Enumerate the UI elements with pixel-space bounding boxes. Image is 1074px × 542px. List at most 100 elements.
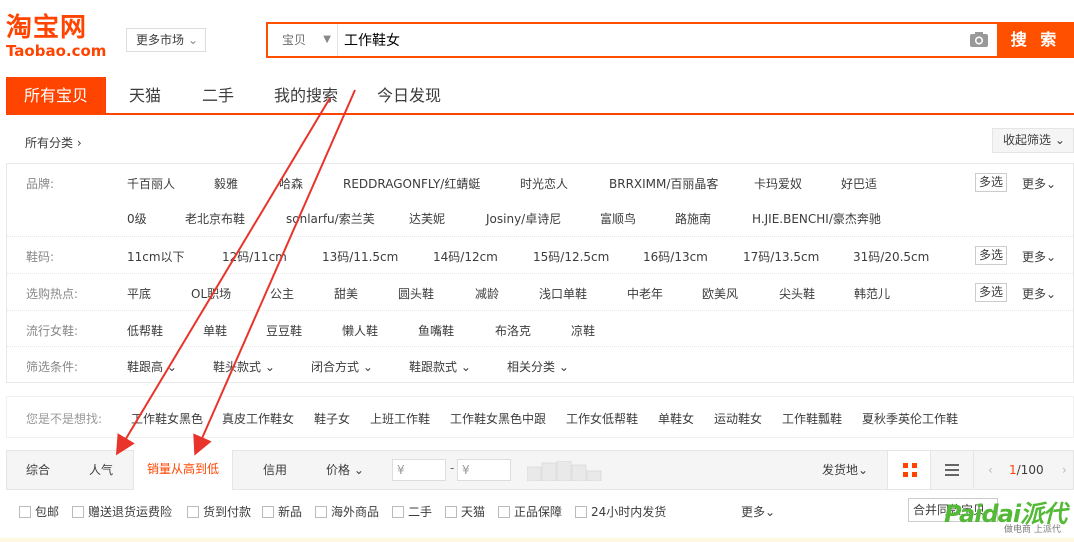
filter-free-shipping[interactable]: 包邮 <box>19 503 59 520</box>
brand-item[interactable]: sonlarfu/索兰芙 <box>286 210 375 227</box>
checkbox[interactable] <box>445 506 457 518</box>
checkbox[interactable] <box>187 506 199 518</box>
tab-my-search[interactable]: 我的搜索 <box>274 77 338 113</box>
suggest-item[interactable]: 上班工作鞋 <box>370 410 430 427</box>
filter-genuine[interactable]: 正品保障 <box>498 503 562 520</box>
brand-item[interactable]: Josiny/卓诗尼 <box>486 210 561 227</box>
breadcrumb[interactable]: 所有分类 › <box>25 134 82 151</box>
brand-item[interactable]: 老北京布鞋 <box>185 210 245 227</box>
condition-dropdown[interactable]: 闭合方式 ⌄ <box>311 358 373 375</box>
suggest-item[interactable]: 工作鞋瓢鞋 <box>782 410 842 427</box>
brand-item[interactable]: 达芙妮 <box>409 210 445 227</box>
brand-item[interactable]: 哈森 <box>279 175 303 192</box>
size-item[interactable]: 14码/12cm <box>433 248 498 265</box>
size-item[interactable]: 12码/11cm <box>222 248 287 265</box>
hot-item[interactable]: 中老年 <box>627 285 663 302</box>
prev-page-icon[interactable]: ‹ <box>988 451 993 489</box>
multi-select-button[interactable]: 多选 <box>975 283 1007 302</box>
filter-second-hand[interactable]: 二手 <box>392 503 432 520</box>
search-type-select[interactable]: 宝贝 ▼ <box>268 24 338 56</box>
brand-item[interactable]: 路施南 <box>675 210 711 227</box>
sort-price[interactable]: 价格 ⌄ <box>326 451 364 489</box>
brand-item[interactable]: 卡玛爱奴 <box>754 175 802 192</box>
size-item[interactable]: 16码/13cm <box>643 248 708 265</box>
trend-item[interactable]: 鱼嘴鞋 <box>418 322 454 339</box>
brand-item[interactable]: 富顺鸟 <box>600 210 636 227</box>
collapse-filters-button[interactable]: 收起筛选 ⌄ <box>992 128 1074 153</box>
suggest-item[interactable]: 夏秋季英伦工作鞋 <box>862 410 958 427</box>
trend-item[interactable]: 低帮鞋 <box>127 322 163 339</box>
hot-item[interactable]: 减龄 <box>475 285 499 302</box>
size-item[interactable]: 17码/13.5cm <box>743 248 819 265</box>
checkbox[interactable] <box>19 506 31 518</box>
size-item[interactable]: 13码/11.5cm <box>322 248 398 265</box>
sort-credit[interactable]: 信用 <box>263 451 287 489</box>
checkbox[interactable] <box>575 506 587 518</box>
list-view-button[interactable] <box>931 451 973 489</box>
brand-item[interactable]: 时光恋人 <box>520 175 568 192</box>
suggest-item[interactable]: 工作女低帮鞋 <box>566 410 638 427</box>
price-range-chart-icon[interactable] <box>527 461 603 481</box>
size-item[interactable]: 15码/12.5cm <box>533 248 609 265</box>
price-max-input[interactable]: ¥ <box>457 459 511 481</box>
taobao-logo[interactable]: 淘宝网 Taobao.com <box>6 12 114 64</box>
sort-sales-desc[interactable]: 销量从高到低 <box>133 450 233 490</box>
tab-second-hand[interactable]: 二手 <box>202 77 234 113</box>
tab-today-discover[interactable]: 今日发现 <box>377 77 441 113</box>
camera-icon[interactable] <box>969 31 989 48</box>
condition-dropdown[interactable]: 鞋头款式 ⌄ <box>213 358 275 375</box>
brand-item[interactable]: 好巴适 <box>841 175 877 192</box>
hot-item[interactable]: 公主 <box>270 285 294 302</box>
trend-item[interactable]: 凉鞋 <box>571 322 595 339</box>
filter-new[interactable]: 新品 <box>262 503 302 520</box>
suggest-item[interactable]: 真皮工作鞋女 <box>222 410 294 427</box>
tab-tmall[interactable]: 天猫 <box>129 77 161 113</box>
search-input[interactable] <box>344 28 944 52</box>
grid-view-button[interactable] <box>887 451 931 489</box>
brand-item[interactable]: 0级 <box>127 210 147 227</box>
more-button[interactable]: 更多⌄ <box>1022 285 1056 302</box>
condition-dropdown[interactable]: 鞋跟款式 ⌄ <box>409 358 471 375</box>
condition-dropdown[interactable]: 相关分类 ⌄ <box>507 358 569 375</box>
hot-item[interactable]: 甜美 <box>334 285 358 302</box>
condition-dropdown[interactable]: 鞋跟高 ⌄ <box>127 358 177 375</box>
checkbox[interactable] <box>72 506 84 518</box>
hot-item[interactable]: 浅口单鞋 <box>539 285 587 302</box>
more-services-button[interactable]: 更多⌄ <box>741 503 775 520</box>
brand-item[interactable]: H.JIE.BENCHI/豪杰奔驰 <box>752 210 881 227</box>
brand-item[interactable]: 千百丽人 <box>127 175 175 192</box>
more-button[interactable]: 更多⌄ <box>1022 248 1056 265</box>
tab-all-items[interactable]: 所有宝贝 <box>6 77 106 113</box>
filter-overseas[interactable]: 海外商品 <box>315 503 379 520</box>
hot-item[interactable]: 韩范儿 <box>854 285 890 302</box>
sort-popularity[interactable]: 人气 <box>89 451 113 489</box>
trend-item[interactable]: 懒人鞋 <box>342 322 378 339</box>
next-page-icon[interactable]: › <box>1062 451 1067 489</box>
checkbox[interactable] <box>498 506 510 518</box>
price-min-input[interactable]: ¥ <box>392 459 446 481</box>
brand-item[interactable]: 毅雅 <box>214 175 238 192</box>
suggest-item[interactable]: 鞋子女 <box>314 410 350 427</box>
suggest-item[interactable]: 单鞋女 <box>658 410 694 427</box>
suggest-item[interactable]: 运动鞋女 <box>714 410 762 427</box>
trend-item[interactable]: 布洛克 <box>495 322 531 339</box>
hot-item[interactable]: OL职场 <box>191 285 231 302</box>
brand-item[interactable]: REDDRAGONFLY/红蜻蜓 <box>343 175 480 192</box>
ship-from-dropdown[interactable]: 发货地⌄ <box>822 451 868 489</box>
filter-tmall[interactable]: 天猫 <box>445 503 485 520</box>
checkbox[interactable] <box>262 506 274 518</box>
checkbox[interactable] <box>315 506 327 518</box>
suggest-item[interactable]: 工作鞋女黑色 <box>131 410 203 427</box>
trend-item[interactable]: 豆豆鞋 <box>266 322 302 339</box>
multi-select-button[interactable]: 多选 <box>975 246 1007 265</box>
hot-item[interactable]: 尖头鞋 <box>779 285 815 302</box>
search-button[interactable]: 搜 索 <box>997 22 1074 58</box>
sort-default[interactable]: 综合 <box>26 451 50 489</box>
hot-item[interactable]: 平底 <box>127 285 151 302</box>
size-item[interactable]: 11cm以下 <box>127 248 185 265</box>
hot-item[interactable]: 圆头鞋 <box>398 285 434 302</box>
hot-item[interactable]: 欧美风 <box>702 285 738 302</box>
brand-item[interactable]: BRRXIMM/百丽晶客 <box>609 175 718 192</box>
filter-24h-ship[interactable]: 24小时内发货 <box>575 503 666 520</box>
multi-select-button[interactable]: 多选 <box>975 173 1007 192</box>
